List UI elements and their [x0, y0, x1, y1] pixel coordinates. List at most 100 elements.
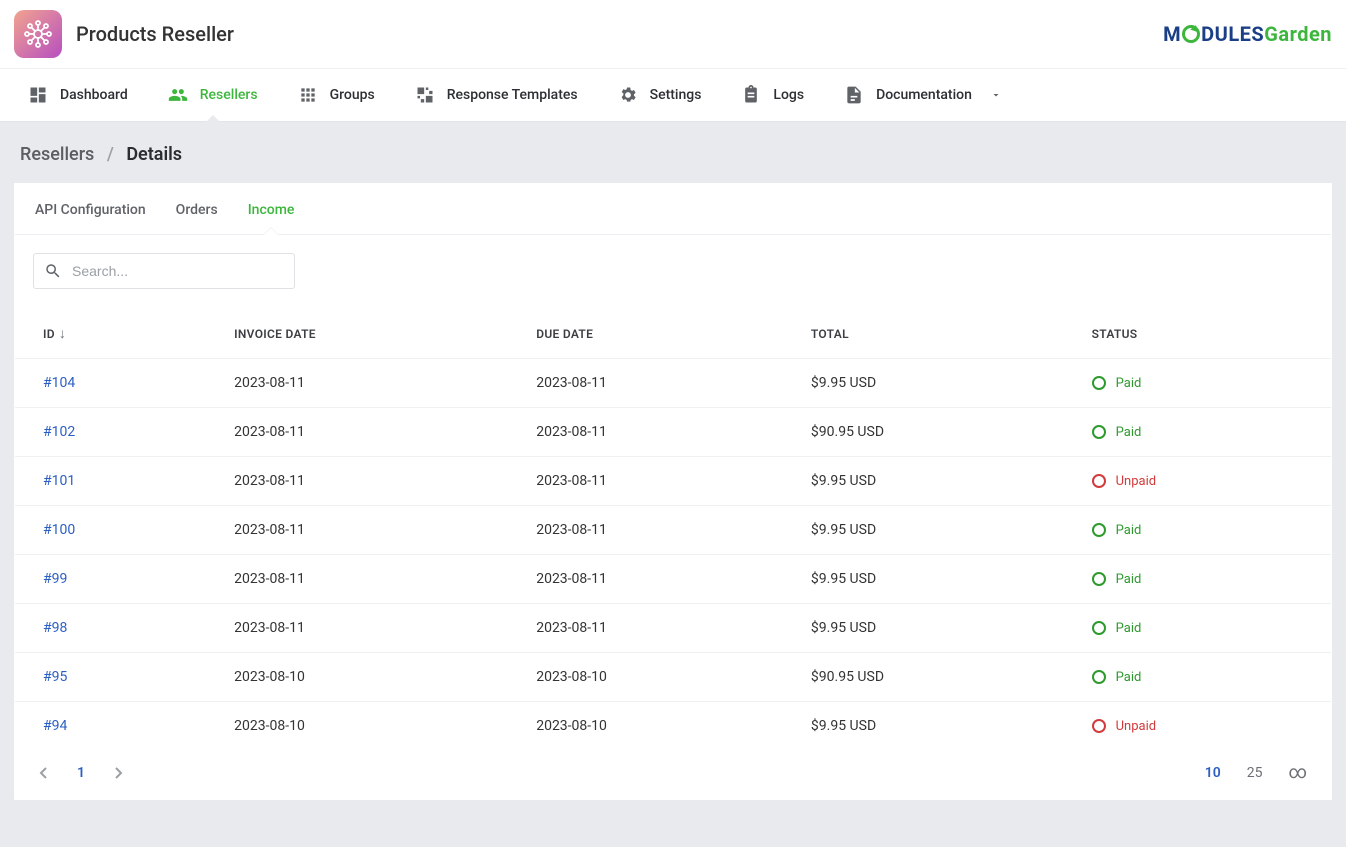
status-ring-icon [1092, 425, 1106, 439]
status-label: Paid [1116, 572, 1142, 587]
col-status[interactable]: STATUS [1072, 299, 1331, 359]
cell-invoice-date: 2023-08-11 [214, 408, 516, 457]
page-number[interactable]: 1 [77, 765, 85, 781]
status-label: Paid [1116, 376, 1142, 391]
cell-due-date: 2023-08-11 [516, 604, 791, 653]
prev-page-button[interactable] [39, 766, 49, 780]
app-logo [14, 10, 62, 58]
cell-invoice-date: 2023-08-11 [214, 457, 516, 506]
table-header-row: ID ↓ INVOICE DATE DUE DATE TOTAL STATUS [15, 299, 1331, 359]
nav-item-label: Resellers [200, 87, 258, 103]
app-logo-icon [23, 19, 53, 49]
invoice-id-link[interactable]: #104 [43, 375, 75, 391]
nav-item-label: Logs [773, 87, 804, 103]
status-badge: Paid [1092, 572, 1311, 587]
status-ring-icon [1092, 376, 1106, 390]
dashboard-icon [28, 85, 48, 105]
status-ring-icon [1092, 572, 1106, 586]
templates-icon [415, 85, 435, 105]
tab-income[interactable]: Income [248, 202, 295, 218]
invoice-id-link[interactable]: #102 [43, 424, 75, 440]
nav-item-groups[interactable]: Groups [278, 69, 395, 121]
invoice-id-link[interactable]: #100 [43, 522, 75, 538]
status-label: Unpaid [1116, 719, 1156, 734]
cell-invoice-date: 2023-08-11 [214, 555, 516, 604]
cell-invoice-date: 2023-08-10 [214, 653, 516, 702]
status-badge: Paid [1092, 425, 1311, 440]
tab-orders[interactable]: Orders [176, 202, 218, 218]
invoice-id-link[interactable]: #101 [43, 473, 75, 489]
cell-total: $9.95 USD [791, 457, 1072, 506]
status-badge: Unpaid [1092, 719, 1311, 734]
cell-total: $9.95 USD [791, 604, 1072, 653]
cell-total: $9.95 USD [791, 702, 1072, 751]
table-row: #982023-08-112023-08-11$9.95 USDPaid [15, 604, 1331, 653]
status-badge: Unpaid [1092, 474, 1311, 489]
app-header: Products Reseller MDULESGarden [0, 0, 1346, 68]
cell-invoice-date: 2023-08-11 [214, 604, 516, 653]
cell-due-date: 2023-08-11 [516, 555, 791, 604]
status-badge: Paid [1092, 376, 1311, 391]
table-row: #992023-08-112023-08-11$9.95 USDPaid [15, 555, 1331, 604]
sort-arrow-down-icon: ↓ [59, 326, 66, 342]
status-ring-icon [1092, 621, 1106, 635]
content-panel: API Configuration Orders Income ID ↓ INVOIC… [14, 183, 1332, 800]
doc-icon [844, 85, 864, 105]
nav-item-logs[interactable]: Logs [721, 69, 824, 121]
income-table: ID ↓ INVOICE DATE DUE DATE TOTAL STATUS #… [15, 299, 1331, 750]
status-badge: Paid [1092, 670, 1311, 685]
search-input[interactable] [72, 263, 284, 279]
invoice-id-link[interactable]: #99 [43, 571, 67, 587]
table-row: #1022023-08-112023-08-11$90.95 USDPaid [15, 408, 1331, 457]
nav-item-documentation[interactable]: Documentation [824, 69, 1022, 121]
cell-due-date: 2023-08-10 [516, 702, 791, 751]
tab-api-configuration[interactable]: API Configuration [35, 202, 146, 218]
invoice-id-link[interactable]: #98 [43, 620, 67, 636]
breadcrumb-parent[interactable]: Resellers [20, 144, 94, 165]
table-row: #1002023-08-112023-08-11$9.95 USDPaid [15, 506, 1331, 555]
pagination: 1 10 25 ∞ [15, 750, 1331, 799]
status-ring-icon [1092, 523, 1106, 537]
cell-total: $9.95 USD [791, 359, 1072, 408]
per-page-option[interactable]: ∞ [1288, 762, 1307, 783]
cell-invoice-date: 2023-08-11 [214, 359, 516, 408]
status-label: Paid [1116, 670, 1142, 685]
invoice-id-link[interactable]: #94 [43, 718, 67, 734]
breadcrumb: Resellers / Details [0, 122, 1346, 183]
per-page-option[interactable]: 10 [1205, 765, 1221, 781]
search-wrap [15, 235, 1331, 299]
tabs: API Configuration Orders Income [15, 184, 1331, 235]
table-row: #1012023-08-112023-08-11$9.95 USDUnpaid [15, 457, 1331, 506]
col-invoice-date[interactable]: INVOICE DATE [214, 299, 516, 359]
chevron-down-icon [990, 89, 1002, 101]
cell-total: $9.95 USD [791, 555, 1072, 604]
invoice-id-link[interactable]: #95 [43, 669, 67, 685]
search-box[interactable] [33, 253, 295, 289]
cell-due-date: 2023-08-11 [516, 359, 791, 408]
status-ring-icon [1092, 474, 1106, 488]
cell-total: $90.95 USD [791, 653, 1072, 702]
col-due-date[interactable]: DUE DATE [516, 299, 791, 359]
status-ring-icon [1092, 719, 1106, 733]
status-label: Paid [1116, 523, 1142, 538]
col-id-label: ID [43, 327, 55, 341]
status-label: Unpaid [1116, 474, 1156, 489]
search-icon [44, 262, 62, 280]
nav-item-dashboard[interactable]: Dashboard [8, 69, 148, 121]
main-nav: Dashboard Resellers Groups Response Templat… [0, 68, 1346, 122]
nav-item-label: Documentation [876, 87, 972, 103]
cell-invoice-date: 2023-08-10 [214, 702, 516, 751]
next-page-button[interactable] [113, 766, 123, 780]
table-row: #952023-08-102023-08-10$90.95 USDPaid [15, 653, 1331, 702]
gear-icon [618, 85, 638, 105]
nav-item-settings[interactable]: Settings [598, 69, 722, 121]
nav-item-response-templates[interactable]: Response Templates [395, 69, 598, 121]
per-page-option[interactable]: 25 [1247, 765, 1263, 781]
cell-total: $9.95 USD [791, 506, 1072, 555]
nav-item-label: Groups [330, 87, 375, 103]
col-total[interactable]: TOTAL [791, 299, 1072, 359]
per-page-options: 10 25 ∞ [1205, 762, 1307, 783]
nav-item-resellers[interactable]: Resellers [148, 69, 278, 121]
cell-total: $90.95 USD [791, 408, 1072, 457]
col-id[interactable]: ID ↓ [15, 299, 214, 359]
